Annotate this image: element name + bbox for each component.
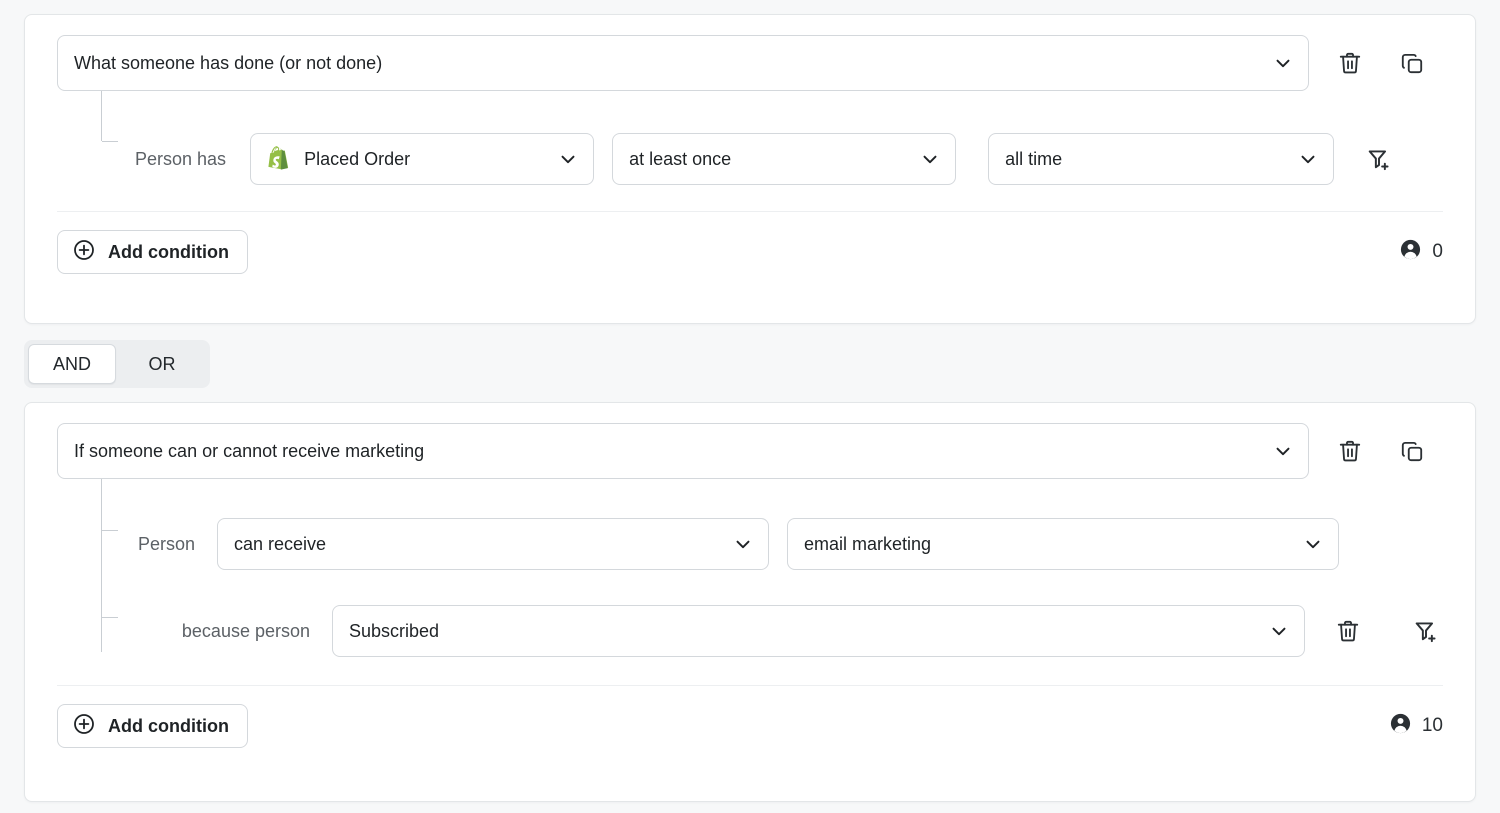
- group-1-primary-select[interactable]: What someone has done (or not done): [57, 35, 1309, 91]
- logic-toggle-wrap: AND OR: [24, 324, 1476, 402]
- group-1-conditions: Person has Placed Order: [57, 91, 1443, 211]
- trash-icon: [1337, 438, 1363, 464]
- condition-field-consent-value: can receive: [234, 534, 326, 555]
- condition-row: because person Subscribed: [57, 605, 1443, 657]
- group-2-people-count: 10: [1389, 712, 1443, 741]
- logic-toggle-and-label: AND: [53, 354, 91, 375]
- condition-field-metric[interactable]: Placed Order: [250, 133, 594, 185]
- condition-field-metric-value: Placed Order: [304, 149, 410, 170]
- chevron-down-icon: [732, 533, 754, 555]
- group-2-footer: Add condition 10: [25, 686, 1475, 768]
- condition-add-filter-button[interactable]: [1362, 142, 1396, 176]
- condition-field-channel[interactable]: email marketing: [787, 518, 1339, 570]
- person-icon: [1399, 238, 1422, 267]
- group-1-count-value: 0: [1432, 241, 1443, 263]
- group-1-people-count: 0: [1399, 238, 1443, 267]
- group-2-conditions: Person can receive email marketing: [57, 479, 1443, 685]
- condition-field-timeframe[interactable]: all time: [988, 133, 1334, 185]
- filter-plus-icon: [1413, 618, 1439, 644]
- condition-row-label: Person has: [135, 149, 226, 170]
- condition-row: Person has Placed Order: [57, 133, 1443, 185]
- chevron-down-icon: [1272, 440, 1294, 462]
- condition-add-filter-button[interactable]: [1409, 614, 1443, 648]
- chevron-down-icon: [1268, 620, 1290, 642]
- group-2-add-condition-button[interactable]: Add condition: [57, 704, 248, 748]
- copy-icon: [1399, 438, 1425, 464]
- chevron-down-icon: [557, 148, 579, 170]
- condition-row-label: Person: [135, 534, 195, 555]
- group-1-add-condition-label: Add condition: [108, 242, 229, 263]
- condition-delete-button[interactable]: [1331, 614, 1365, 648]
- condition-field-reason[interactable]: Subscribed: [332, 605, 1305, 657]
- chevron-down-icon: [1297, 148, 1319, 170]
- chevron-down-icon: [1302, 533, 1324, 555]
- copy-icon: [1399, 50, 1425, 76]
- logic-toggle: AND OR: [24, 340, 210, 388]
- trash-icon: [1335, 618, 1361, 644]
- group-1-footer: Add condition 0: [25, 212, 1475, 294]
- group-2-add-condition-label: Add condition: [108, 716, 229, 737]
- logic-toggle-or-label: OR: [149, 354, 176, 375]
- plus-circle-icon: [72, 712, 96, 741]
- condition-field-frequency[interactable]: at least once: [612, 133, 956, 185]
- condition-group-2: If someone can or cannot receive marketi…: [24, 402, 1476, 802]
- condition-field-timeframe-value: all time: [1005, 149, 1062, 170]
- condition-field-channel-value: email marketing: [804, 534, 931, 555]
- group-1-add-condition-button[interactable]: Add condition: [57, 230, 248, 274]
- segment-builder-page: What someone has done (or not done): [0, 0, 1500, 813]
- condition-field-frequency-value: at least once: [629, 149, 731, 170]
- group-2-count-value: 10: [1422, 715, 1443, 737]
- group-2-duplicate-button[interactable]: [1395, 434, 1429, 468]
- filter-plus-icon: [1366, 146, 1392, 172]
- logic-toggle-and[interactable]: AND: [28, 344, 116, 384]
- condition-field-consent[interactable]: can receive: [217, 518, 769, 570]
- condition-row-label: because person: [135, 621, 310, 642]
- chevron-down-icon: [919, 148, 941, 170]
- group-2-primary-select-value: If someone can or cannot receive marketi…: [74, 441, 424, 462]
- trash-icon: [1337, 50, 1363, 76]
- group-1-delete-button[interactable]: [1333, 46, 1367, 80]
- condition-group-1: What someone has done (or not done): [24, 14, 1476, 324]
- group-1-duplicate-button[interactable]: [1395, 46, 1429, 80]
- group-2-delete-button[interactable]: [1333, 434, 1367, 468]
- person-icon: [1389, 712, 1412, 741]
- logic-toggle-or[interactable]: OR: [118, 344, 206, 384]
- shopify-icon: [267, 146, 292, 173]
- group-1-primary-select-value: What someone has done (or not done): [74, 53, 382, 74]
- group-2-primary-select[interactable]: If someone can or cannot receive marketi…: [57, 423, 1309, 479]
- condition-row: Person can receive email marketing: [57, 518, 1443, 570]
- plus-circle-icon: [72, 238, 96, 267]
- chevron-down-icon: [1272, 52, 1294, 74]
- condition-field-reason-value: Subscribed: [349, 621, 439, 642]
